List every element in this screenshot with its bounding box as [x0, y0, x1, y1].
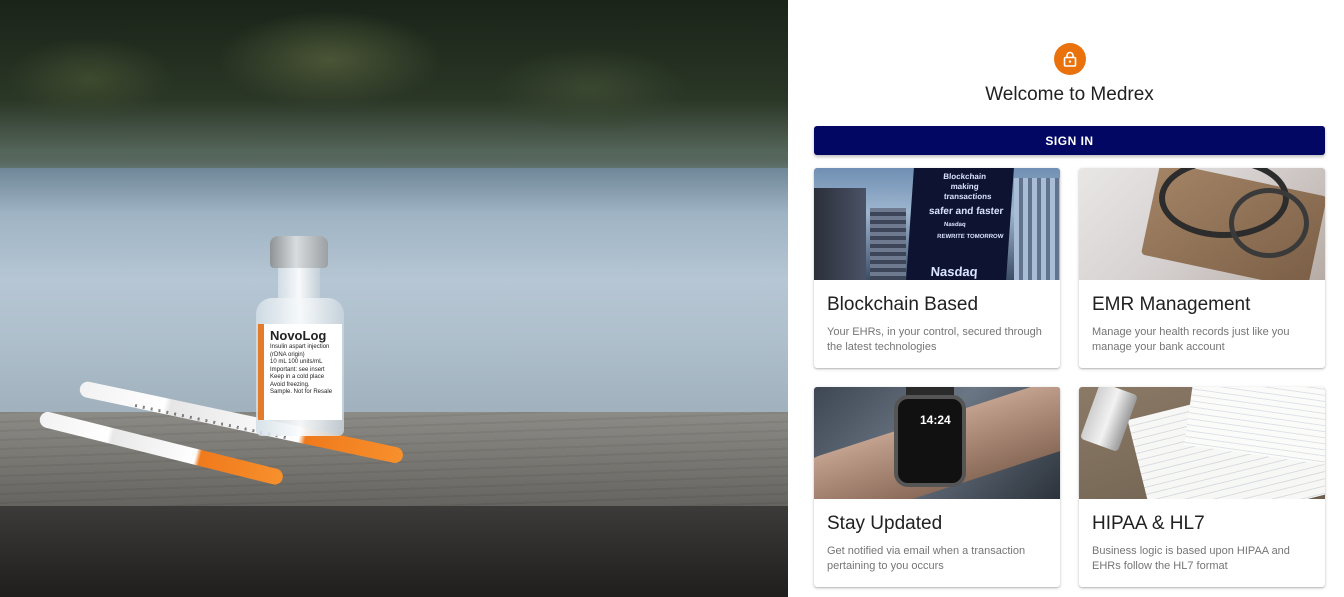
vial-neck [278, 268, 320, 298]
feature-card-hipaa: HIPAA & HL7 Business logic is based upon… [1079, 387, 1325, 587]
vial-label-line: (rDNA origin) [270, 351, 305, 358]
lock-icon [1063, 51, 1077, 67]
vial-brand: NovoLog [270, 328, 327, 343]
vial-label: NovoLog Insulin aspart injection (rDNA o… [258, 324, 342, 420]
nasdaq-billboard: Blockchain making transactions safer and… [906, 168, 1014, 280]
card-description: Your EHRs, in your control, secured thro… [827, 326, 1042, 353]
stethoscope-tube [1229, 188, 1309, 258]
billboard-text: REWRITE TOMORROW [936, 234, 1004, 240]
card-title: Stay Updated [827, 513, 943, 534]
building [1014, 178, 1060, 280]
vial-label-line: 10 mL 100 units/mL [270, 359, 323, 365]
vial-label-line: Keep in a cold place [270, 374, 325, 380]
vial-label-line: Sample. Not for Resale [270, 389, 333, 395]
building [870, 208, 906, 280]
signin-panel: Welcome to Medrex SIGN IN Blockchain mak… [788, 0, 1344, 597]
watch-face [894, 395, 966, 487]
billboard-text: Nasdaq [943, 222, 966, 228]
hero-water [0, 168, 788, 418]
billboard-text: safer and faster [928, 206, 1004, 217]
watch-time: 14:24 [920, 413, 951, 427]
welcome-title: Welcome to Medrex [985, 84, 1154, 105]
card-description: Manage your health records just like you… [1092, 326, 1290, 353]
hero-trees [0, 0, 788, 180]
vial-label-line: Important: see insert [270, 366, 325, 373]
smartwatch-image: 14:24 [814, 387, 1060, 499]
hero-deck-edge [0, 506, 788, 597]
card-description: Get notified via email when a transactio… [827, 545, 1026, 572]
feature-card-updates: 14:24 Stay Updated Get notified via emai… [814, 387, 1060, 587]
clipboard-clip [1079, 387, 1139, 453]
vial-cap [270, 236, 328, 268]
billboard-text: making [950, 182, 979, 191]
feature-card-emr: EMR Management Manage your health record… [1079, 168, 1325, 368]
card-description: Business logic is based upon HIPAA and E… [1092, 545, 1290, 572]
sign-in-button[interactable]: SIGN IN [814, 126, 1325, 155]
feature-card-blockchain: Blockchain making transactions safer and… [814, 168, 1060, 368]
billboard-text: Blockchain [943, 172, 987, 181]
vial-label-line: Insulin aspart injection [270, 344, 330, 350]
hero-photo: NovoLog Insulin aspart injection (rDNA o… [0, 0, 788, 597]
billboard-text: Nasdaq [930, 264, 979, 279]
insulin-vial: NovoLog Insulin aspart injection (rDNA o… [248, 236, 352, 436]
lock-avatar [1054, 43, 1086, 75]
nasdaq-tower-image: Blockchain making transactions safer and… [814, 168, 1060, 280]
card-title: EMR Management [1092, 294, 1251, 315]
medical-forms-image [1079, 387, 1325, 499]
card-title: HIPAA & HL7 [1092, 513, 1205, 534]
billboard-text: transactions [943, 192, 992, 201]
stethoscope-image [1079, 168, 1325, 280]
vial-label-line: Avoid freezing. [270, 381, 310, 388]
building [814, 188, 866, 280]
card-title: Blockchain Based [827, 294, 979, 315]
